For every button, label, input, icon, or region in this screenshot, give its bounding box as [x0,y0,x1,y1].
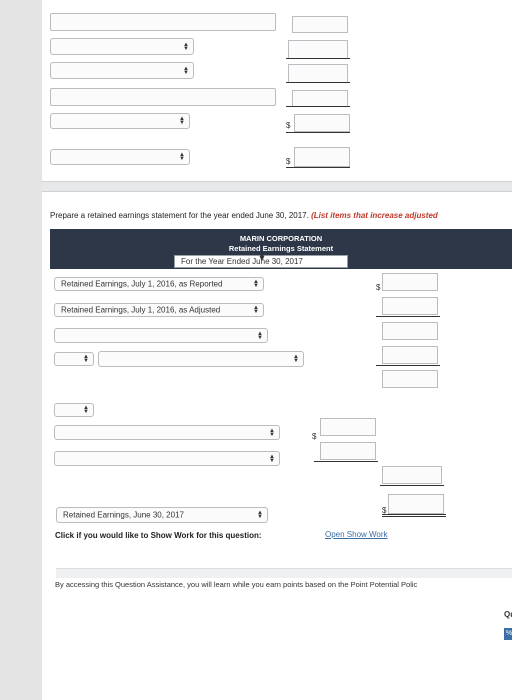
underline [376,365,440,366]
ending-balance-amount[interactable] [388,494,444,514]
text-input-top-1[interactable] [50,13,276,31]
assistance-text: By accessing this Question Assistance, y… [55,580,418,589]
ending-balance-dropdown[interactable]: Retained Earnings, June 30, 2017 ▲ ▼ [56,507,268,523]
amount-input-top-4[interactable] [292,90,348,107]
beginning-adjusted-amount[interactable] [382,322,438,340]
account-dropdown-4[interactable]: ▲ ▼ [54,451,280,466]
open-show-work-link[interactable]: Open Show Work [325,530,388,539]
underline [314,461,378,462]
amount-input-4[interactable] [320,442,376,460]
amount-input-1[interactable] [382,346,438,364]
amount-input-3[interactable] [320,418,376,436]
underline [376,316,440,317]
dollar-sign: $ [286,121,291,130]
show-work-label: Click if you would like to Show Work for… [55,531,262,540]
chevron-updown-icon: ▲ ▼ [253,305,259,315]
chevron-updown-icon: ▲ ▼ [257,510,263,520]
amount-input-top-1[interactable] [292,16,348,33]
account-dropdown-top-4[interactable]: ▲ ▼ [50,149,190,165]
chevron-updown-icon: ▲ ▼ [83,354,89,364]
underline [286,132,350,133]
double-underline [382,514,446,515]
section-divider [42,181,512,192]
percent-button[interactable]: % [504,628,512,640]
statement-header: MARIN CORPORATION Retained Earnings Stat… [50,229,512,269]
company-name: MARIN CORPORATION [239,234,323,243]
underline [286,106,350,107]
chevron-updown-icon: ▲ ▼ [179,152,185,162]
chevron-updown-icon: ▲ ▼ [183,41,189,52]
chevron-updown-icon: ▲ ▼ [293,354,299,364]
beginning-adjusted-label: Retained Earnings, July 1, 2016, as Adju… [61,305,221,315]
amount-input-top-6[interactable] [294,147,350,167]
underline [286,58,350,59]
dollar-sign: $ [286,157,291,166]
question-page: ▲ ▼ ▲ ▼ ▲ ▼ $ ▲ ▼ $ Prepare a retained earni… [42,0,512,700]
prefix-dropdown-2[interactable]: ▲ ▼ [54,403,94,417]
chevron-updown-icon: ▲ ▼ [183,65,189,76]
beginning-reported-label: Retained Earnings, July 1, 2016, as Repo… [61,279,223,289]
amount-input-top-3[interactable] [288,64,348,83]
beginning-reported-amount[interactable] [382,273,438,291]
account-dropdown-1[interactable]: ▲ ▼ [54,328,268,343]
prefix-dropdown-1[interactable]: ▲ ▼ [54,352,94,366]
underline [286,82,350,83]
account-dropdown-top-1[interactable]: ▲ ▼ [50,38,194,55]
amount-input-5[interactable] [382,466,442,484]
adjustment-amount[interactable] [382,297,438,315]
chevron-updown-icon: ▲ ▼ [269,427,275,438]
chevron-updown-icon: ▲ ▼ [179,116,185,126]
underline [380,485,444,486]
question-assistance-label: Qu [504,610,512,619]
instruction-hint: (List items that increase adjusted [311,211,438,220]
ending-balance-label: Retained Earnings, June 30, 2017 [63,510,184,520]
section-divider [56,568,512,578]
instruction-text: Prepare a retained earnings statement fo… [50,211,309,220]
chevron-updown-icon: ▲ ▼ [269,453,275,464]
double-underline [382,516,446,517]
dollar-sign: $ [376,283,381,292]
chevron-updown-icon: ▲ ▼ [253,279,259,289]
beginning-adjusted-dropdown[interactable]: Retained Earnings, July 1, 2016, as Adju… [54,303,264,317]
dollar-sign: $ [312,432,317,441]
account-dropdown-3[interactable]: ▲ ▼ [54,425,280,440]
chevron-updown-icon: ▲ ▼ [258,250,266,263]
amount-input-top-2[interactable] [288,40,348,59]
account-dropdown-top-3[interactable]: ▲ ▼ [50,113,190,129]
period-dropdown[interactable]: For the Year Ended June 30, 2017 ▲ ▼ [174,250,348,268]
beginning-reported-dropdown[interactable]: Retained Earnings, July 1, 2016, as Repo… [54,277,264,291]
amount-input-top-5[interactable] [294,114,350,132]
chevron-updown-icon: ▲ ▼ [257,330,263,341]
double-underline [286,167,350,168]
account-dropdown-top-2[interactable]: ▲ ▼ [50,62,194,79]
chevron-updown-icon: ▲ ▼ [83,405,89,415]
statement-title: Retained Earnings Statement [228,244,334,253]
account-dropdown-2[interactable]: ▲ ▼ [98,351,304,367]
amount-input-2[interactable] [382,370,438,388]
text-input-top-2[interactable] [50,88,276,106]
instructions: Prepare a retained earnings statement fo… [50,211,438,220]
